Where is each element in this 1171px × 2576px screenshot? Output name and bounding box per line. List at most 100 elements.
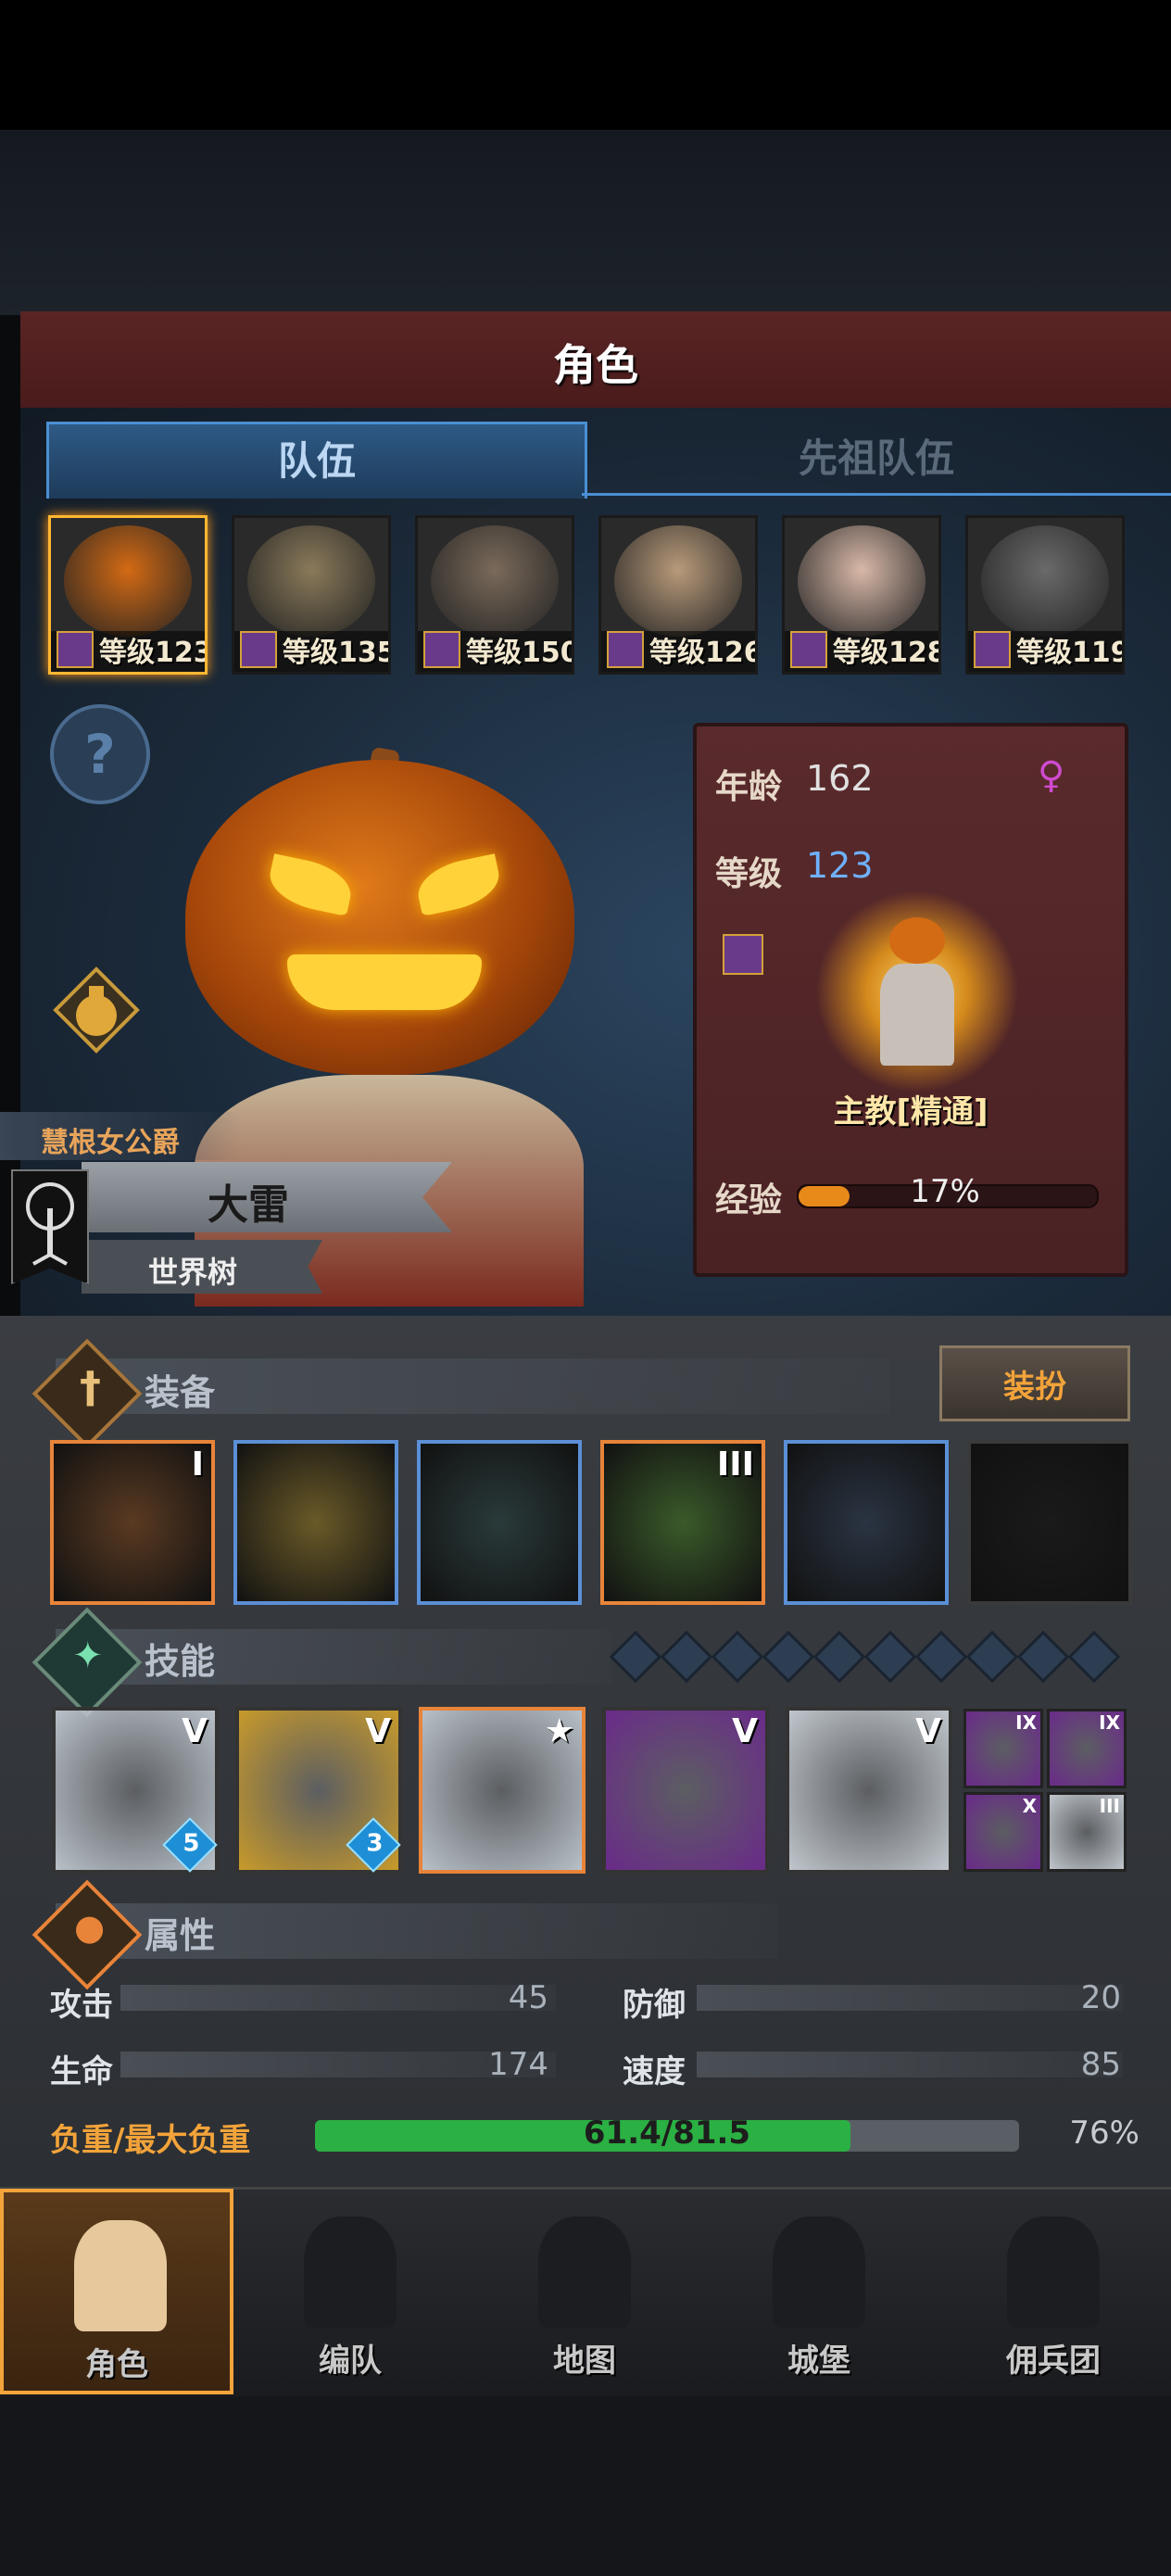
- speed-value: 85: [1080, 2046, 1121, 2083]
- hero-pumpkin-head: [185, 760, 574, 1075]
- party-member-6[interactable]: 等级119: [965, 515, 1125, 675]
- class-icon: [57, 631, 94, 668]
- skill-tier: V: [732, 1712, 758, 1750]
- party-member-3[interactable]: 等级150: [415, 515, 574, 675]
- nav-item-2[interactable]: 编队: [233, 2189, 467, 2394]
- load-label: 负重/最大负重: [50, 2122, 251, 2159]
- hero-title-tag: 慧根女公爵: [0, 1112, 241, 1160]
- bottom-filler: [0, 2396, 1171, 2576]
- skills-header-bar: [56, 1629, 611, 1685]
- party-member-level: 等级126: [649, 637, 758, 669]
- party-member-level-bar: 等级135: [234, 631, 388, 672]
- holy-shield-skill[interactable]: V3: [235, 1707, 402, 1874]
- party-member-level: 等级128: [833, 637, 941, 669]
- dress-up-button[interactable]: 装扮: [939, 1345, 1130, 1421]
- nav-item-4[interactable]: 城堡: [702, 2189, 936, 2394]
- nav-label: 佣兵团: [1006, 2342, 1101, 2380]
- equipment-slot-amulet[interactable]: [967, 1440, 1132, 1605]
- female-icon: ♀: [1038, 754, 1065, 797]
- spark-passive[interactable]: III: [1047, 1792, 1127, 1872]
- guild-plate: 世界树: [82, 1240, 322, 1294]
- spear-passive[interactable]: IX: [963, 1709, 1043, 1788]
- equipment-title: 装备: [145, 1372, 216, 1413]
- tab-ancestor-party[interactable]: 先祖队伍: [582, 422, 1171, 496]
- nav-item-3[interactable]: 地图: [468, 2189, 701, 2394]
- job-emblem[interactable]: [815, 890, 1019, 1093]
- help-button[interactable]: ?: [50, 704, 150, 804]
- nav-item-1[interactable]: 角色: [0, 2189, 233, 2394]
- party-member-level: 等级119: [1016, 637, 1125, 669]
- skill-count: 3: [366, 1829, 384, 1858]
- staff-summon-skill[interactable]: V5: [52, 1707, 219, 1874]
- equipment-slot-weapon-staff[interactable]: I: [50, 1440, 215, 1605]
- class-icon: [423, 631, 460, 668]
- passive-tier: III: [1099, 1795, 1120, 1817]
- job-name: 主教[精通]: [833, 1093, 988, 1130]
- party-member-5[interactable]: 等级128: [782, 515, 941, 675]
- hero-title: 慧根女公爵: [41, 1127, 180, 1159]
- potion-icon: [53, 966, 140, 1054]
- question-icon: ?: [84, 723, 116, 786]
- exp-label: 经验: [715, 1181, 783, 1219]
- crystal-blessing-skill[interactable]: ★: [419, 1707, 586, 1874]
- party-member-level-bar: 等级150: [418, 631, 572, 672]
- burst-passive[interactable]: X: [963, 1792, 1043, 1872]
- party-member-portrait: [798, 525, 925, 637]
- skill-count: 5: [183, 1829, 200, 1858]
- party-member-level-bar: 等级126: [601, 631, 755, 672]
- party-member-portrait: [64, 525, 192, 637]
- equipment-slot-chest-armor[interactable]: [233, 1440, 398, 1605]
- party-member-level: 等级123: [99, 637, 208, 669]
- load-percent: 76%: [1069, 2115, 1140, 2152]
- equipment-slot-boots[interactable]: [784, 1440, 949, 1605]
- crystal-bicep-skill-2[interactable]: V: [786, 1707, 952, 1874]
- party-member-1[interactable]: 等级123: [48, 515, 208, 675]
- nav-item-5[interactable]: 佣兵团: [937, 2189, 1170, 2394]
- party-member-level: 等级150: [466, 637, 574, 669]
- potion-button[interactable]: [50, 964, 143, 1056]
- guild-name: 世界树: [147, 1255, 237, 1290]
- passive-tier: X: [1022, 1795, 1037, 1817]
- defense-value: 20: [1080, 1979, 1121, 2016]
- passive-tier: IX: [1099, 1711, 1120, 1734]
- dress-up-label: 装扮: [1003, 1369, 1066, 1406]
- tree-banner-icon[interactable]: [11, 1169, 89, 1284]
- nav-icon: [1007, 2216, 1100, 2328]
- target-passive[interactable]: IX: [1047, 1709, 1127, 1788]
- cross-icon: †: [80, 1362, 101, 1412]
- equipment-slot-hood[interactable]: [417, 1440, 582, 1605]
- skill-tier: V: [182, 1712, 208, 1750]
- nav-label: 地图: [553, 2342, 616, 2380]
- class-icon: [790, 631, 827, 668]
- equipment-slot-cloak[interactable]: III: [600, 1440, 765, 1605]
- nav-icon: [304, 2216, 397, 2328]
- skill-tier: V: [365, 1712, 391, 1750]
- title-banner: 角色: [20, 311, 1171, 411]
- attack-value: 45: [508, 1979, 548, 2016]
- pumpkin-mouth: [287, 954, 482, 1010]
- pumpkin-right-eye: [412, 853, 505, 916]
- party-member-level-bar: 等级123: [51, 631, 205, 672]
- class-icon: [607, 631, 644, 668]
- hp-value: 174: [488, 2046, 548, 2083]
- exp-percent: 17%: [910, 1173, 980, 1210]
- level-label: 等级: [715, 855, 783, 893]
- tab-party[interactable]: 队伍: [46, 422, 587, 499]
- party-member-2[interactable]: 等级135: [232, 515, 391, 675]
- load-value: 61.4/81.5: [583, 2115, 751, 2152]
- person-icon: ●: [74, 1907, 106, 1948]
- party-member-level: 等级135: [283, 637, 391, 669]
- hero-name-plate[interactable]: 大雷: [82, 1162, 452, 1232]
- equipment-tier: III: [716, 1446, 754, 1484]
- crystal-bicep-skill[interactable]: V: [602, 1707, 769, 1874]
- age-value: 162: [806, 758, 874, 799]
- star-icon: ✦: [72, 1635, 104, 1677]
- party-member-4[interactable]: 等级126: [598, 515, 758, 675]
- skills-title: 技能: [145, 1641, 216, 1682]
- nav-label: 城堡: [787, 2342, 850, 2380]
- level-value: 123: [806, 845, 874, 886]
- equipment-tier: I: [191, 1446, 204, 1484]
- class-icon: [240, 631, 277, 668]
- speed-label: 速度: [623, 2053, 686, 2090]
- hp-label: 生命: [50, 2053, 113, 2090]
